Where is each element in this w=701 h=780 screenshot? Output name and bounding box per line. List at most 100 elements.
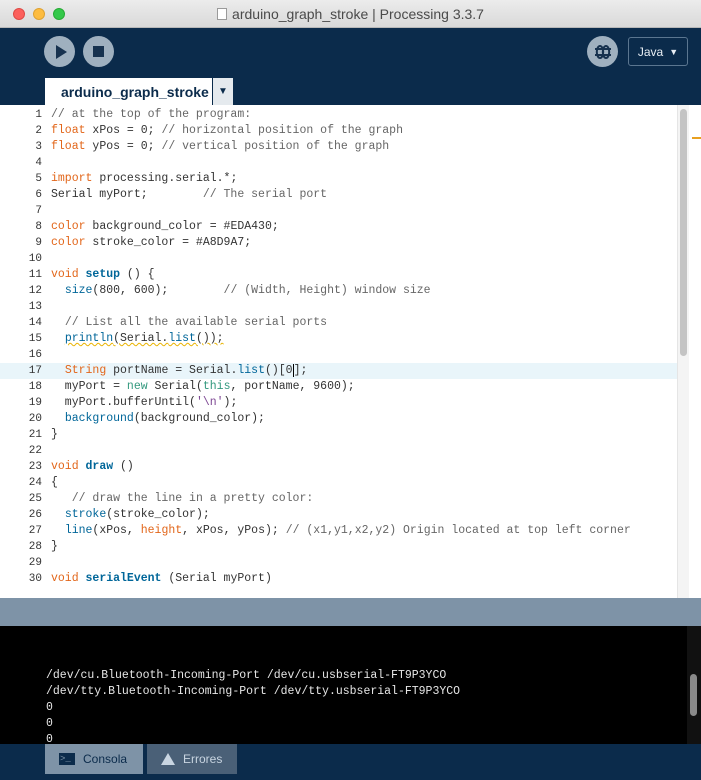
code-line[interactable]: float yPos = 0; // vertical position of … [46,139,677,155]
code-line[interactable] [46,203,677,219]
code-line[interactable] [46,555,677,571]
editor-console-divider[interactable] [0,598,701,626]
line-number-gutter: 1 2 3 4 5 6 7 8 9 10 11 12 13 14 15 16 17 18 19 20 21 22 23 24 2… [0,105,46,598]
code-line[interactable]: void serialEvent (Serial myPort) [46,571,677,587]
errors-tab-label: Errores [183,752,223,766]
code-line[interactable]: myPort = new Serial(this, portName, 9600… [46,379,677,395]
code-line[interactable]: // List all the available serial ports [46,315,677,331]
code-line[interactable]: println(Serial.list()); [46,331,677,347]
code-line[interactable]: float xPos = 0; // horizontal position o… [46,123,677,139]
code-line[interactable]: myPort.bufferUntil('\n'); [46,395,677,411]
editor-scrollbar-thumb[interactable] [680,109,687,356]
line-number: 13 [28,301,42,313]
errors-tab[interactable]: Errores [147,744,237,774]
code-line[interactable]: color stroke_color = #A8D9A7; [46,235,677,251]
console-icon: >_ [59,753,75,765]
line-number: 27 [28,525,42,537]
line-number: 22 [28,445,42,457]
line-number: 16 [28,349,42,361]
warning-icon [161,753,175,765]
console-line: 0 [46,733,53,744]
code-line[interactable]: } [46,539,677,555]
line-number: 2 [35,125,42,137]
code-line[interactable]: void draw () [46,459,677,475]
code-line[interactable]: line(xPos, height, xPos, yPos); // (x1,y… [46,523,677,539]
line-number: 6 [35,189,42,201]
mode-label: Java [637,44,664,59]
line-number: 30 [28,573,42,585]
code-line[interactable]: String portName = Serial.list()[0]; [46,363,677,379]
console-scrollbar[interactable] [687,626,701,744]
console-line: 0 [46,717,53,730]
line-number: 26 [28,509,42,521]
line-number: 28 [28,541,42,553]
code-editor[interactable]: 1 2 3 4 5 6 7 8 9 10 11 12 13 14 15 16 17 18 19 20 21 22 23 24 2… [0,105,701,598]
line-number: 14 [28,317,42,329]
code-line[interactable]: stroke(stroke_color); [46,507,677,523]
line-marker[interactable] [692,137,701,139]
line-number: 29 [28,557,42,569]
chevron-down-icon: ▼ [669,46,679,57]
line-number: 25 [28,493,42,505]
window-title: arduino_graph_stroke | Processing 3.3.7 [232,6,484,22]
toolbar: Java ▼ [0,28,701,78]
bottom-tab-bar: >_ Consola Errores [0,744,701,780]
code-line[interactable] [46,347,677,363]
code-line[interactable]: void setup () { [46,267,677,283]
line-number: 10 [28,253,42,265]
run-button[interactable] [44,36,75,67]
window-title-wrap: arduino_graph_stroke | Processing 3.3.7 [0,6,701,22]
line-number: 15 [28,333,42,345]
code-line[interactable]: Serial myPort; // The serial port [46,187,677,203]
debugger-button[interactable] [587,36,618,67]
line-number: 12 [28,285,42,297]
code-line[interactable]: background(background_color); [46,411,677,427]
line-number: 11 [28,269,42,281]
line-number: 5 [35,173,42,185]
line-number: 7 [35,205,42,217]
code-line[interactable]: { [46,475,677,491]
line-number: 19 [28,397,42,409]
editor-scrollbar[interactable] [677,105,689,598]
line-number: 23 [28,461,42,473]
code-area[interactable]: // at the top of the program: float xPos … [46,105,677,598]
code-line[interactable]: } [46,427,677,443]
console-tab-label: Consola [83,752,128,766]
tab-bar: arduino_graph_stroke ▼ [0,78,701,105]
line-number: 3 [35,141,42,153]
play-icon [55,44,67,59]
line-number: 4 [35,157,42,169]
line-number: 20 [28,413,42,425]
line-number: 9 [35,237,42,249]
chevron-down-icon: ▼ [218,86,228,97]
code-line[interactable] [46,251,677,267]
document-icon [217,8,228,20]
code-line[interactable]: import processing.serial.*; [46,171,677,187]
debugger-icon [594,44,611,59]
code-line[interactable] [46,443,677,459]
console-scrollbar-thumb[interactable] [690,674,697,716]
console-line: /dev/cu.Bluetooth-Incoming-Port /dev/cu.… [46,669,447,682]
line-number: 24 [28,477,42,489]
line-number: 1 [35,109,42,121]
code-line[interactable] [46,155,677,171]
tab-arduino-graph-stroke[interactable]: arduino_graph_stroke [45,78,212,105]
tab-menu-button[interactable]: ▼ [213,78,233,105]
mode-selector[interactable]: Java ▼ [628,37,688,66]
stop-button[interactable] [83,36,114,67]
error-marker-column [689,105,701,598]
code-line[interactable] [46,299,677,315]
line-number: 8 [35,221,42,233]
line-number: 21 [28,429,42,441]
console-line: /dev/tty.Bluetooth-Incoming-Port /dev/tt… [46,685,461,698]
line-number: 18 [28,381,42,393]
code-line[interactable]: // draw the line in a pretty color: [46,491,677,507]
title-bar: arduino_graph_stroke | Processing 3.3.7 [0,0,701,28]
code-line[interactable]: size(800, 600); // (Width, Height) windo… [46,283,677,299]
code-line[interactable]: color background_color = #EDA430; [46,219,677,235]
console-tab[interactable]: >_ Consola [45,744,143,774]
code-line[interactable]: // at the top of the program: [46,107,677,123]
stop-icon [93,46,104,57]
console-line: 0 [46,701,53,714]
line-number: 17 [0,363,46,379]
